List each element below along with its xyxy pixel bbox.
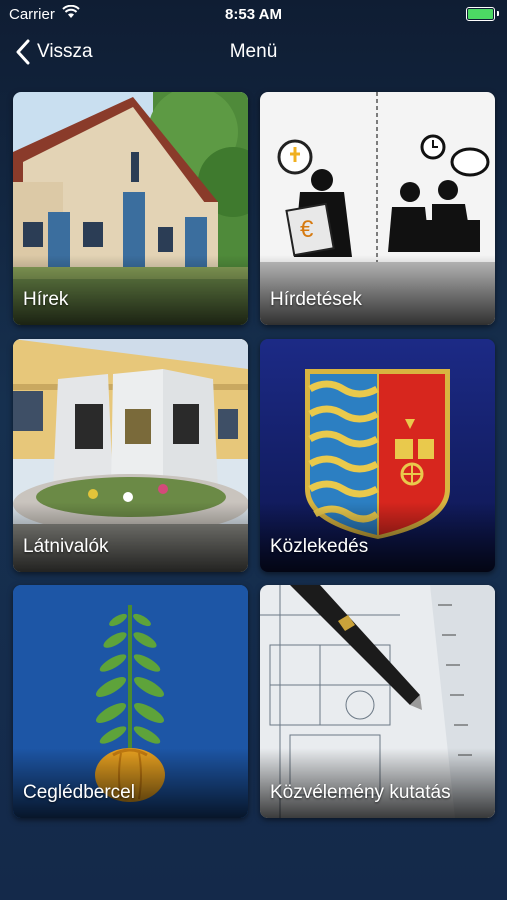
- menu-tile-hirdetesek[interactable]: € Hírdetések: [260, 92, 495, 325]
- battery-icon: [466, 7, 499, 21]
- menu-tile-hirek[interactable]: Hírek: [13, 92, 248, 325]
- menu-tile-label: Közvélemény kutatás: [270, 782, 451, 803]
- page-title: Menü: [229, 41, 278, 62]
- menu-tile-label: Ceglédbercel: [23, 782, 135, 803]
- navigation-bar: Vissza Menü: [0, 28, 507, 76]
- clock: 8:53 AM: [225, 6, 282, 23]
- menu-tile-latnivalok[interactable]: Látnivalók: [13, 339, 248, 572]
- menu-tile-label: Látnivalók: [23, 536, 109, 557]
- menu-tile-label: Hírek: [23, 289, 69, 310]
- menu-tile-label: Hírdetések: [270, 289, 362, 310]
- menu-tile-cegledbercel[interactable]: Ceglédbercel: [13, 585, 248, 818]
- status-bar: Carrier 8:53 AM: [0, 0, 507, 28]
- menu-tile-kozvelemeny-kutatas[interactable]: Közvélemény kutatás: [260, 585, 495, 818]
- menu-tile-kozlekedes[interactable]: Közlekedés: [260, 339, 495, 572]
- svg-text:€: €: [300, 216, 314, 243]
- menu-tile-label: Közlekedés: [270, 536, 369, 557]
